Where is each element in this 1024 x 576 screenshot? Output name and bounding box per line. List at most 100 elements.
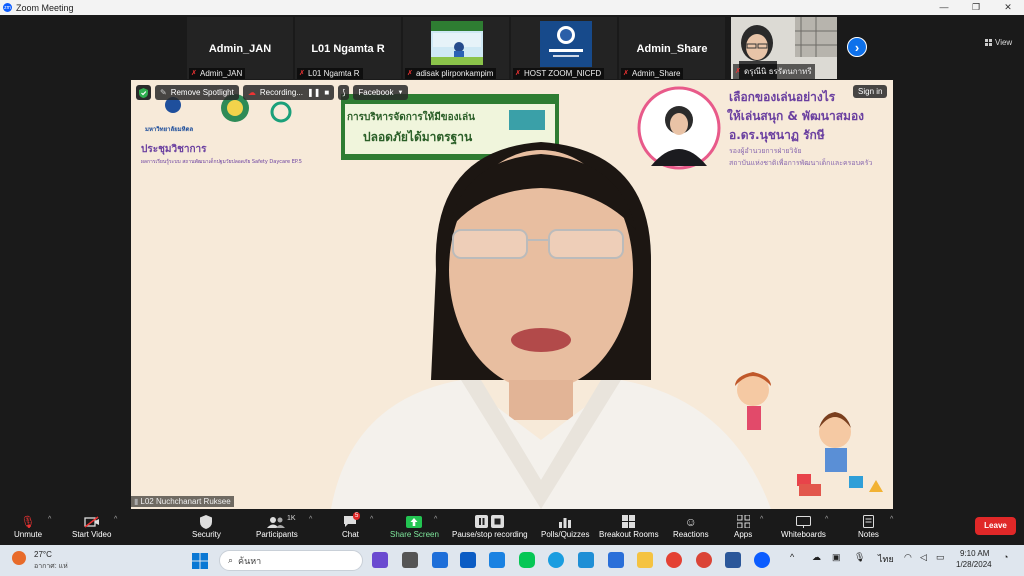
stop-icon[interactable]: ■	[324, 88, 329, 97]
breakout-rooms-button[interactable]: Breakout Rooms	[599, 513, 659, 539]
chevron-right-icon: ›	[854, 40, 860, 55]
store-icon[interactable]	[608, 552, 624, 568]
task-view-icon[interactable]	[402, 552, 418, 568]
maximize-icon[interactable]: ❐	[960, 0, 992, 15]
reactions-button[interactable]: ☺ Reactions	[673, 513, 709, 540]
video-off-icon	[84, 513, 100, 530]
polls-button[interactable]: Polls/Quizzes	[541, 513, 589, 539]
tray-overflow-chevron-icon[interactable]: ^	[790, 552, 794, 562]
facebook-live-button[interactable]: Facebook ▼	[353, 85, 409, 100]
start-video-button[interactable]: Start Video	[72, 513, 111, 539]
apps-button[interactable]: Apps	[734, 513, 752, 539]
apps-options-chevron-icon[interactable]: ^	[760, 516, 763, 523]
notes-icon	[862, 513, 874, 530]
remove-spotlight-button[interactable]: ✎ Remove Spotlight	[155, 85, 239, 100]
word-icon[interactable]	[725, 552, 741, 568]
windows-start-icon[interactable]	[192, 553, 208, 574]
notes-button[interactable]: Notes	[858, 513, 879, 539]
sign-in-button[interactable]: Sign in	[853, 85, 888, 98]
onedrive-icon[interactable]: ☁	[812, 552, 821, 563]
security-button[interactable]: Security	[192, 513, 221, 539]
language-indicator[interactable]: ไทย	[878, 552, 894, 566]
security-shield-icon	[200, 513, 213, 530]
share-screen-button[interactable]: Share Screen	[390, 513, 439, 539]
line-app-icon[interactable]	[519, 552, 535, 568]
skype-icon[interactable]	[578, 552, 594, 568]
participants-count: 1K	[287, 515, 296, 522]
participant-tile[interactable]: Admin_Share ✗ Admin_Share	[619, 17, 725, 79]
facebook-label: Facebook	[358, 88, 394, 97]
participant-tile[interactable]: ✗ ดรุณีนิ ธรรัตนกาทรี	[731, 17, 837, 79]
participants-options-chevron-icon[interactable]: ^	[309, 516, 312, 523]
reactions-label: Reactions	[673, 530, 709, 539]
participants-label: Participants	[256, 530, 298, 539]
encryption-shield-icon[interactable]	[136, 85, 151, 100]
polls-label: Polls/Quizzes	[541, 530, 590, 539]
teams-icon[interactable]	[460, 552, 476, 568]
video-top-controls: ✎ Remove Spotlight ☁ Recording... ❚❚ ■ ⟆…	[136, 85, 409, 100]
taskbar-search-box[interactable]: ⌕ ค้นหา	[219, 550, 363, 571]
widgets-icon[interactable]	[432, 552, 448, 568]
weather-desc: อากาศ: แห่	[34, 563, 68, 570]
close-icon[interactable]: ✕	[992, 0, 1024, 15]
video-options-chevron-icon[interactable]: ^	[114, 516, 117, 523]
edge-browser-icon[interactable]	[548, 552, 564, 568]
conference-label: ประชุมวิชาการ	[141, 144, 207, 155]
apps-label: Apps	[734, 530, 753, 539]
audio-options-chevron-icon[interactable]: ^	[48, 516, 51, 523]
pause-icon[interactable]: ❚❚	[307, 88, 320, 97]
breakout-rooms-icon	[622, 513, 636, 530]
participant-label: ✗ Admin_Share	[621, 68, 684, 79]
wifi-icon[interactable]: ◠	[904, 552, 912, 563]
pause-stop-icon	[474, 513, 505, 530]
clock-time[interactable]: 9:10 AM	[960, 549, 989, 558]
copilot-icon[interactable]	[372, 552, 388, 568]
search-icon: ⌕	[228, 555, 234, 565]
unmute-button[interactable]: 🎙︎ Unmute	[14, 513, 42, 540]
clock-date[interactable]: 1/28/2024	[956, 560, 992, 569]
share-options-chevron-icon[interactable]: ^	[434, 516, 437, 523]
zoom-logo-icon: zm	[3, 3, 12, 12]
notification-bell-icon[interactable]: ◔	[1003, 552, 1008, 562]
mic-muted-icon: ✗	[299, 69, 305, 77]
chrome-profile-icon[interactable]	[696, 552, 712, 568]
participant-label: ✗ Admin_JAN	[189, 68, 246, 79]
whiteboard-options-chevron-icon[interactable]: ^	[825, 516, 828, 523]
notes-options-chevron-icon[interactable]: ^	[890, 516, 893, 523]
whiteboard-icon	[795, 513, 811, 530]
participant-tile[interactable]: L01 Ngamta R ✗ L01 Ngamta R	[295, 17, 401, 79]
file-explorer-icon[interactable]	[637, 552, 653, 568]
weather-temp: 27°C	[34, 550, 52, 559]
window-controls: — ❐ ✕	[928, 0, 1024, 15]
participants-icon	[266, 513, 287, 530]
mic-muted-icon: 🎙︎	[20, 514, 36, 529]
participant-tile[interactable]: ✗ adisak plirponkampim	[403, 17, 509, 79]
participant-tile[interactable]: Admin_JAN ✗ Admin_JAN	[187, 17, 293, 79]
weather-icon	[12, 551, 26, 565]
microphone-tray-icon[interactable]: 🎙︎	[854, 552, 865, 563]
tray-app-icon[interactable]: ▣	[832, 552, 841, 563]
participant-tile[interactable]: ✗ HOST ZOOM_NICFD	[511, 17, 617, 79]
volume-icon[interactable]: ◁	[920, 552, 927, 563]
view-button[interactable]: View	[985, 38, 1012, 47]
next-page-button[interactable]: ›	[847, 37, 867, 57]
chat-unread-badge: 5	[353, 512, 361, 520]
participant-name: Admin_Share	[636, 43, 708, 55]
windows-taskbar: 27°C อากาศ: แห่ ⌕ ค้นหา ^ ☁ ▣ 🎙︎ ไทย ◠ ◁…	[0, 545, 1024, 576]
leave-button[interactable]: Leave	[975, 517, 1016, 535]
mail-icon[interactable]	[489, 552, 505, 568]
pin-icon: ✎	[160, 88, 167, 97]
mic-muted-icon: ✗	[515, 69, 521, 77]
live-stream-indicator[interactable]: ⟆	[338, 85, 350, 100]
chat-options-chevron-icon[interactable]: ^	[370, 516, 373, 523]
minimize-icon[interactable]: —	[928, 0, 960, 15]
zoom-taskbar-icon[interactable]	[754, 552, 770, 568]
whiteboards-button[interactable]: Whiteboards	[781, 513, 826, 539]
mic-muted-icon: ✗	[407, 69, 413, 77]
security-label: Security	[192, 530, 221, 539]
battery-icon[interactable]: ▭	[936, 552, 945, 563]
pause-stop-recording-button[interactable]: Pause/stop recording	[452, 513, 528, 539]
recording-indicator[interactable]: ☁ Recording... ❚❚ ■	[242, 85, 335, 100]
chrome-icon[interactable]	[666, 552, 682, 568]
participant-label: ✗ adisak plirponkampim	[405, 68, 497, 79]
